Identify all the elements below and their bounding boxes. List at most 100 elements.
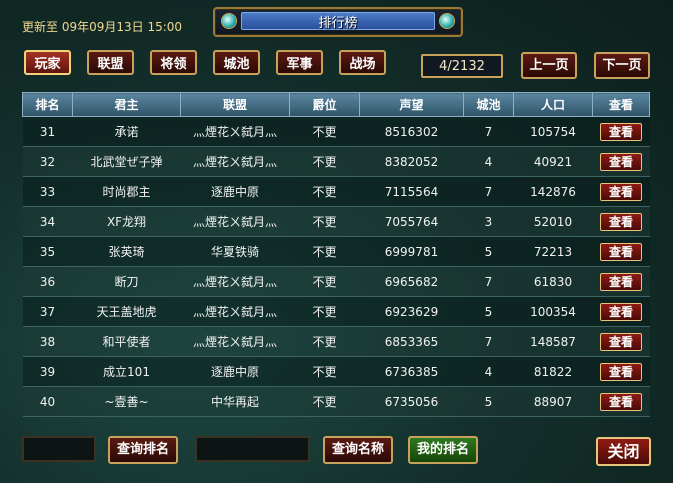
- prestige-cell: 6965682: [359, 266, 464, 297]
- alliance-cell: 逐鹿中原: [180, 356, 290, 387]
- column-header-rank: 排名: [22, 92, 73, 117]
- view-cell: 查看: [592, 356, 650, 387]
- prestige-cell: 7115564: [359, 176, 464, 207]
- cities-cell: 4: [463, 356, 514, 387]
- table-row: 31 承诺 灬煙花ㄨ弑月灬 不更 8516302 7 105754 查看: [22, 116, 650, 147]
- table-row: 35 张英琦 华夏铁骑 不更 6999781 5 72213 查看: [22, 236, 650, 267]
- alliance-cell: 灬煙花ㄨ弑月灬: [180, 266, 290, 297]
- title-cell: 不更: [289, 386, 360, 417]
- population-cell: 61830: [513, 266, 593, 297]
- table-row: 37 天王盖地虎 灬煙花ㄨ弑月灬 不更 6923629 5 100354 查看: [22, 296, 650, 327]
- lord-cell: 断刀: [72, 266, 181, 297]
- view-cell: 查看: [592, 236, 650, 267]
- view-cell: 查看: [592, 266, 650, 297]
- population-cell: 105754: [513, 116, 593, 147]
- view-cell: 查看: [592, 326, 650, 357]
- prev-page-button[interactable]: 上一页: [521, 52, 577, 79]
- rank-cell: 40: [22, 386, 73, 417]
- column-header-lord: 君主: [72, 92, 181, 117]
- view-button[interactable]: 查看: [600, 362, 642, 381]
- prestige-cell: 6736385: [359, 356, 464, 387]
- view-button[interactable]: 查看: [600, 272, 642, 291]
- population-cell: 148587: [513, 326, 593, 357]
- cities-cell: 5: [463, 386, 514, 417]
- view-button[interactable]: 查看: [600, 332, 642, 351]
- tab-generals[interactable]: 将领: [150, 50, 197, 75]
- title-cell: 不更: [289, 146, 360, 177]
- table-row: 38 和平使者 灬煙花ㄨ弑月灬 不更 6853365 7 148587 查看: [22, 326, 650, 357]
- cities-cell: 4: [463, 146, 514, 177]
- prestige-cell: 6923629: [359, 296, 464, 327]
- prestige-cell: 8382052: [359, 146, 464, 177]
- alliance-cell: 灬煙花ㄨ弑月灬: [180, 146, 290, 177]
- tab-alliances[interactable]: 联盟: [87, 50, 134, 75]
- view-cell: 查看: [592, 296, 650, 327]
- view-button[interactable]: 查看: [600, 302, 642, 321]
- tab-cities[interactable]: 城池: [213, 50, 260, 75]
- view-button[interactable]: 查看: [600, 392, 642, 411]
- cities-cell: 5: [463, 296, 514, 327]
- query-name-button[interactable]: 查询名称: [323, 436, 393, 464]
- cities-cell: 7: [463, 326, 514, 357]
- rank-cell: 37: [22, 296, 73, 327]
- view-button[interactable]: 查看: [600, 122, 642, 141]
- cities-cell: 3: [463, 206, 514, 237]
- population-cell: 81822: [513, 356, 593, 387]
- table-row: 34 XF龙翔 灬煙花ㄨ弑月灬 不更 7055764 3 52010 查看: [22, 206, 650, 237]
- table-row: 33 时尚郡主 逐鹿中原 不更 7115564 7 142876 查看: [22, 176, 650, 207]
- title-cell: 不更: [289, 206, 360, 237]
- table-row: 36 断刀 灬煙花ㄨ弑月灬 不更 6965682 7 61830 查看: [22, 266, 650, 297]
- alliance-cell: 灬煙花ㄨ弑月灬: [180, 296, 290, 327]
- lord-cell: 时尚郡主: [72, 176, 181, 207]
- lord-cell: 成立101: [72, 356, 181, 387]
- view-button[interactable]: 查看: [600, 182, 642, 201]
- view-cell: 查看: [592, 116, 650, 147]
- title-cell: 不更: [289, 116, 360, 147]
- cities-cell: 5: [463, 236, 514, 267]
- query-rank-button[interactable]: 查询排名: [108, 436, 178, 464]
- view-cell: 查看: [592, 386, 650, 417]
- lord-cell: 北武堂ぜ子弹: [72, 146, 181, 177]
- name-search-input[interactable]: [195, 436, 310, 462]
- prestige-cell: 6735056: [359, 386, 464, 417]
- title-cell: 不更: [289, 236, 360, 267]
- alliance-cell: 灬煙花ㄨ弑月灬: [180, 326, 290, 357]
- population-cell: 40921: [513, 146, 593, 177]
- view-button[interactable]: 查看: [600, 242, 642, 261]
- jade-orb-icon: [439, 13, 455, 29]
- population-cell: 52010: [513, 206, 593, 237]
- tab-players[interactable]: 玩家: [24, 50, 71, 75]
- ranking-table: 排名 君主 联盟 爵位 声望 城池 人口 查看 31 承诺 灬煙花ㄨ弑月灬 不更…: [22, 92, 650, 417]
- cities-cell: 7: [463, 116, 514, 147]
- cities-cell: 7: [463, 266, 514, 297]
- my-rank-button[interactable]: 我的排名: [408, 436, 478, 464]
- view-button[interactable]: 查看: [600, 212, 642, 231]
- rank-search-input[interactable]: [22, 436, 96, 462]
- rank-cell: 31: [22, 116, 73, 147]
- alliance-cell: 华夏铁骑: [180, 236, 290, 267]
- column-header-title: 爵位: [289, 92, 360, 117]
- view-button[interactable]: 查看: [600, 152, 642, 171]
- prestige-cell: 7055764: [359, 206, 464, 237]
- rank-cell: 32: [22, 146, 73, 177]
- view-cell: 查看: [592, 206, 650, 237]
- close-button[interactable]: 关闭: [596, 437, 651, 466]
- lord-cell: XF龙翔: [72, 206, 181, 237]
- column-header-view: 查看: [592, 92, 650, 117]
- lord-cell: 张英琦: [72, 236, 181, 267]
- lord-cell: 天王盖地虎: [72, 296, 181, 327]
- lord-cell: ~壹善~: [72, 386, 181, 417]
- title-cell: 不更: [289, 356, 360, 387]
- tab-battlefield[interactable]: 战场: [339, 50, 386, 75]
- table-header-row: 排名 君主 联盟 爵位 声望 城池 人口 查看: [22, 92, 650, 117]
- tab-military[interactable]: 军事: [276, 50, 323, 75]
- prestige-cell: 6999781: [359, 236, 464, 267]
- update-time-label: 更新至 09年09月13日 15:00: [22, 20, 183, 34]
- column-header-alliance: 联盟: [180, 92, 290, 117]
- next-page-button[interactable]: 下一页: [594, 52, 650, 79]
- population-cell: 72213: [513, 236, 593, 267]
- population-cell: 142876: [513, 176, 593, 207]
- table-row: 39 成立101 逐鹿中原 不更 6736385 4 81822 查看: [22, 356, 650, 387]
- column-header-prestige: 声望: [359, 92, 464, 117]
- title-plate: 排行榜: [213, 7, 463, 37]
